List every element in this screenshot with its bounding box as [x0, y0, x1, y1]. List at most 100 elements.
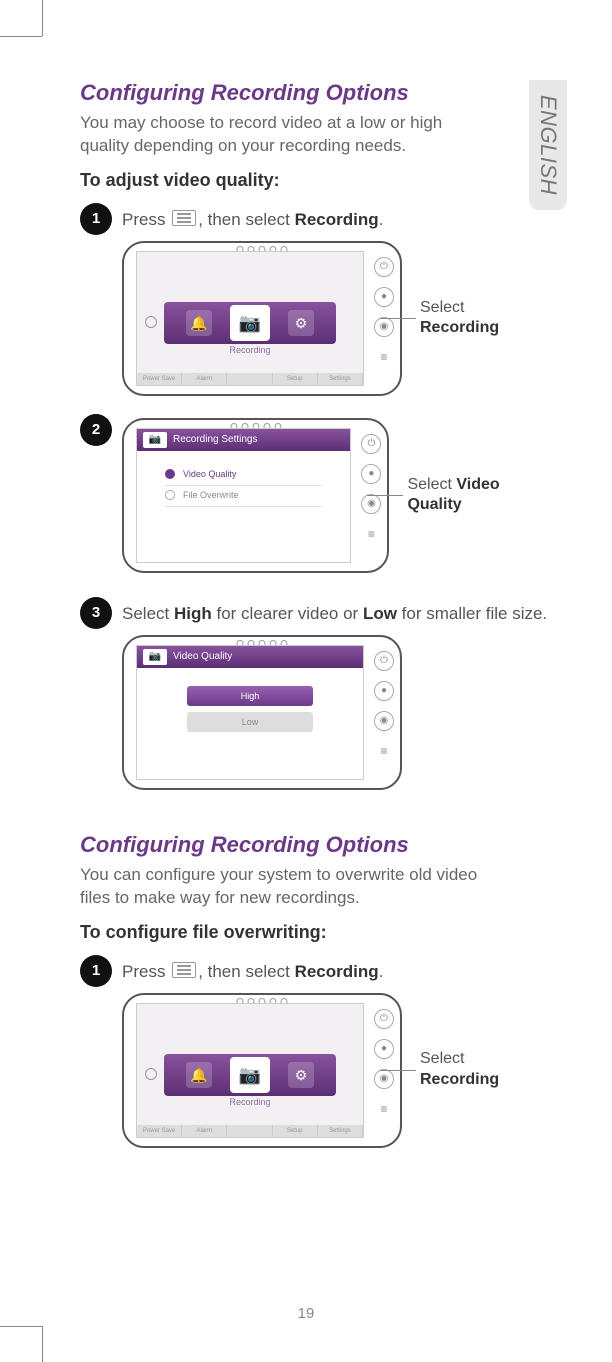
callout-bold: Recording — [420, 319, 499, 336]
section1-title: Configuring Recording Options — [80, 80, 550, 106]
tab — [227, 373, 272, 385]
screen-header: 📷 Video Quality — [137, 646, 363, 668]
header-text: Video Quality — [173, 651, 232, 662]
step-text: Select High for clearer video or Low for… — [122, 597, 547, 626]
nav-dot — [145, 1068, 157, 1080]
camera-icon: 📷 — [143, 649, 167, 665]
step-row: 1 Press , then select Recording. — [80, 955, 550, 987]
text: Select — [122, 604, 174, 623]
option-low: Low — [187, 712, 313, 732]
text-bold: High — [174, 604, 212, 623]
device-screen: 📷 Recording Settings Video Quality File … — [136, 428, 351, 563]
callout: Select Recording — [420, 298, 499, 340]
text: . — [379, 962, 384, 981]
step-row: 2 ⏻ ● ◉ ≡ 📷 Recording Settings — [80, 414, 550, 591]
menu-icon — [172, 962, 196, 978]
figure-row: ⏻ ● ◉ ≡ 🔔 📷 ⚙ Recording Power Save A — [122, 993, 550, 1148]
mic-icon: ● — [374, 287, 394, 307]
device-screen: 🔔 📷 ⚙ Recording Power Save Alarm Setup S… — [136, 1003, 364, 1138]
settings-icon: ⚙ — [288, 1062, 314, 1088]
side-buttons: ⏻ ● ◉ ≡ — [374, 257, 394, 367]
camera-icon: ◉ — [361, 494, 381, 514]
side-buttons: ⏻ ● ◉ ≡ — [374, 651, 394, 761]
recording-icon: 📷 — [230, 1057, 270, 1093]
nav-dot — [145, 316, 157, 328]
mic-icon: ● — [374, 1039, 394, 1059]
callout-bold: Recording — [420, 1071, 499, 1088]
callout-text: Select — [407, 476, 456, 493]
power-icon: ⏻ — [361, 434, 381, 454]
crop-mark — [0, 36, 42, 37]
crop-mark — [42, 1326, 43, 1362]
header-text: Recording Settings — [173, 434, 258, 445]
text: Press — [122, 210, 170, 229]
menu-ribbon: 🔔 📷 ⚙ — [164, 302, 336, 344]
power-icon: ⏻ — [374, 651, 394, 671]
list-icon: ≡ — [374, 1099, 394, 1119]
alarm-icon: 🔔 — [186, 1062, 212, 1088]
text: , then select — [198, 210, 294, 229]
menu-ribbon: 🔔 📷 ⚙ — [164, 1054, 336, 1096]
step-badge: 3 — [80, 597, 112, 629]
list-icon: ≡ — [374, 741, 394, 761]
callout: Select Video Quality — [407, 475, 550, 517]
ribbon-label: Recording — [137, 1097, 363, 1107]
tab: Settings — [318, 373, 363, 385]
text-bold: Recording — [295, 962, 379, 981]
callout: Select Recording — [420, 1049, 499, 1091]
recording-icon: 📷 — [230, 305, 270, 341]
list-label: File Overwrite — [183, 490, 239, 500]
option-buttons: High Low — [137, 668, 363, 779]
tab: Settings — [318, 1125, 363, 1137]
power-icon: ⏻ — [374, 1009, 394, 1029]
mic-icon: ● — [361, 464, 381, 484]
device-screen: 📷 Video Quality High Low — [136, 645, 364, 780]
tab: Alarm — [182, 373, 227, 385]
radio-icon — [165, 490, 175, 500]
tab: Power Save — [137, 373, 182, 385]
step-badge: 1 — [80, 203, 112, 235]
text: Press — [122, 962, 170, 981]
side-buttons: ⏻ ● ◉ ≡ — [374, 1009, 394, 1119]
list-icon: ≡ — [361, 524, 381, 544]
crop-mark — [42, 0, 43, 36]
option-high: High — [187, 686, 313, 706]
section2: Configuring Recording Options You can co… — [80, 832, 550, 1148]
text-bold: Recording — [295, 210, 379, 229]
text: . — [379, 210, 384, 229]
text: for clearer video or — [212, 604, 363, 623]
camera-icon: ◉ — [374, 317, 394, 337]
list-item: File Overwrite — [165, 486, 322, 507]
step-text: Press , then select Recording. — [122, 203, 383, 232]
ribbon-label: Recording — [137, 345, 363, 355]
screen-header: 📷 Recording Settings — [137, 429, 350, 451]
camera-icon: ◉ — [374, 711, 394, 731]
settings-icon: ⚙ — [288, 310, 314, 336]
section2-title: Configuring Recording Options — [80, 832, 550, 858]
power-icon: ⏻ — [374, 257, 394, 277]
side-buttons: ⏻ ● ◉ ≡ — [361, 434, 381, 544]
figure-row: ⏻ ● ◉ ≡ 📷 Video Quality High Low — [122, 635, 550, 790]
list-area: Video Quality File Overwrite — [137, 451, 350, 562]
text: for smaller file size. — [397, 604, 547, 623]
tab — [227, 1125, 272, 1137]
step-row: 3 Select High for clearer video or Low f… — [80, 597, 550, 629]
section1-subhead: To adjust video quality: — [80, 170, 550, 191]
text-bold: Low — [363, 604, 397, 623]
tab: Setup — [273, 1125, 318, 1137]
figure-row: ⏻ ● ◉ ≡ 🔔 📷 ⚙ Recording Power Save Alarm… — [122, 241, 550, 396]
alarm-icon: 🔔 — [186, 310, 212, 336]
device-screen: 🔔 📷 ⚙ Recording Power Save Alarm Setup S… — [136, 251, 364, 386]
list-icon: ≡ — [374, 347, 394, 367]
list-item: Video Quality — [165, 465, 322, 486]
figure-row: ⏻ ● ◉ ≡ 📷 Recording Settings Video Quali… — [122, 418, 550, 573]
callout-text: Select — [420, 1050, 464, 1067]
step-badge: 1 — [80, 955, 112, 987]
camera-icon: 📷 — [143, 432, 167, 448]
tab: Setup — [273, 373, 318, 385]
page-number: 19 — [298, 1305, 315, 1322]
section1-intro: You may choose to record video at a low … — [80, 112, 480, 158]
tab: Power Save — [137, 1125, 182, 1137]
list-label: Video Quality — [183, 469, 236, 479]
bottom-tabs: Power Save Alarm Setup Settings — [137, 373, 363, 385]
